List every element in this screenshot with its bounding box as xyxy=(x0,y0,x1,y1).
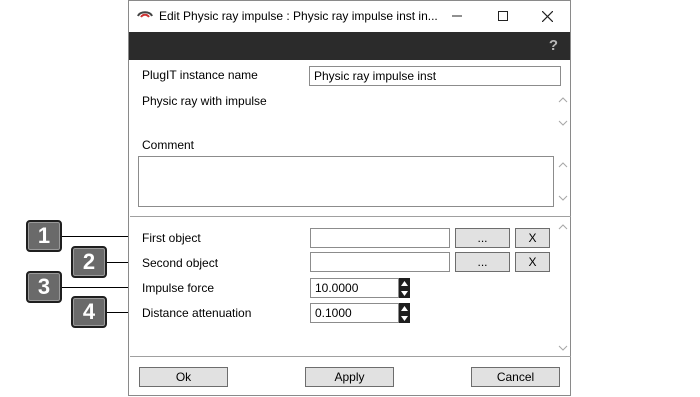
minimize-button[interactable] xyxy=(435,1,479,31)
instance-name-field[interactable]: Physic ray impulse inst xyxy=(309,66,561,86)
callout-badge-2: 2 xyxy=(71,246,107,278)
comment-textarea[interactable] xyxy=(138,156,554,207)
instance-name-label: PlugIT instance name xyxy=(142,68,258,82)
distance-attenuation-label: Distance attenuation xyxy=(142,306,252,320)
comment-scroll-down-icon[interactable] xyxy=(558,194,568,202)
second-object-clear-button[interactable]: X xyxy=(515,252,550,272)
second-object-label: Second object xyxy=(142,256,219,270)
maximize-button[interactable] xyxy=(481,1,525,31)
cancel-button[interactable]: Cancel xyxy=(471,367,560,387)
minimize-icon xyxy=(452,15,462,17)
spin-down-icon[interactable] xyxy=(401,315,408,321)
section-divider xyxy=(130,216,571,217)
callout-badge-3: 3 xyxy=(26,271,62,303)
first-object-label: First object xyxy=(142,231,201,245)
distance-attenuation-spinner[interactable] xyxy=(399,303,410,323)
spin-up-icon[interactable] xyxy=(401,280,408,286)
first-object-browse-button[interactable]: ... xyxy=(455,228,510,248)
callout-badge-1: 1 xyxy=(26,220,62,252)
plugit-description: Physic ray with impulse xyxy=(142,94,267,108)
app-logo-icon xyxy=(137,11,153,18)
title-bar[interactable]: Edit Physic ray impulse : Physic ray imp… xyxy=(129,1,570,31)
close-button[interactable] xyxy=(525,1,569,31)
description-scroll-down-icon[interactable] xyxy=(558,119,568,127)
impulse-force-field[interactable]: 10.0000 xyxy=(310,278,399,298)
second-object-field[interactable] xyxy=(310,252,450,272)
footer-divider xyxy=(130,356,571,357)
window-title: Edit Physic ray impulse : Physic ray imp… xyxy=(159,9,438,23)
comment-label: Comment xyxy=(142,138,195,152)
distance-attenuation-field[interactable]: 0.1000 xyxy=(310,303,399,323)
params-scroll-up-icon[interactable] xyxy=(558,223,568,231)
first-object-clear-button[interactable]: X xyxy=(515,228,550,248)
params-scroll-down-icon[interactable] xyxy=(558,344,568,352)
impulse-force-spinner[interactable] xyxy=(399,278,410,298)
spin-up-icon[interactable] xyxy=(401,305,408,311)
help-icon[interactable]: ? xyxy=(549,37,558,54)
description-scroll-up-icon[interactable] xyxy=(558,96,568,104)
edit-dialog-window: Edit Physic ray impulse : Physic ray imp… xyxy=(128,0,571,396)
maximize-icon xyxy=(498,11,508,21)
ok-button[interactable]: Ok xyxy=(139,367,228,387)
second-object-browse-button[interactable]: ... xyxy=(455,252,510,272)
close-icon xyxy=(541,10,553,22)
impulse-force-label: Impulse force xyxy=(142,281,215,295)
toolbar-strip: ? xyxy=(129,32,570,60)
callout-badge-4: 4 xyxy=(71,296,107,328)
comment-scroll-up-icon[interactable] xyxy=(558,161,568,169)
apply-button[interactable]: Apply xyxy=(305,367,394,387)
first-object-field[interactable] xyxy=(310,228,450,248)
spin-down-icon[interactable] xyxy=(401,290,408,296)
